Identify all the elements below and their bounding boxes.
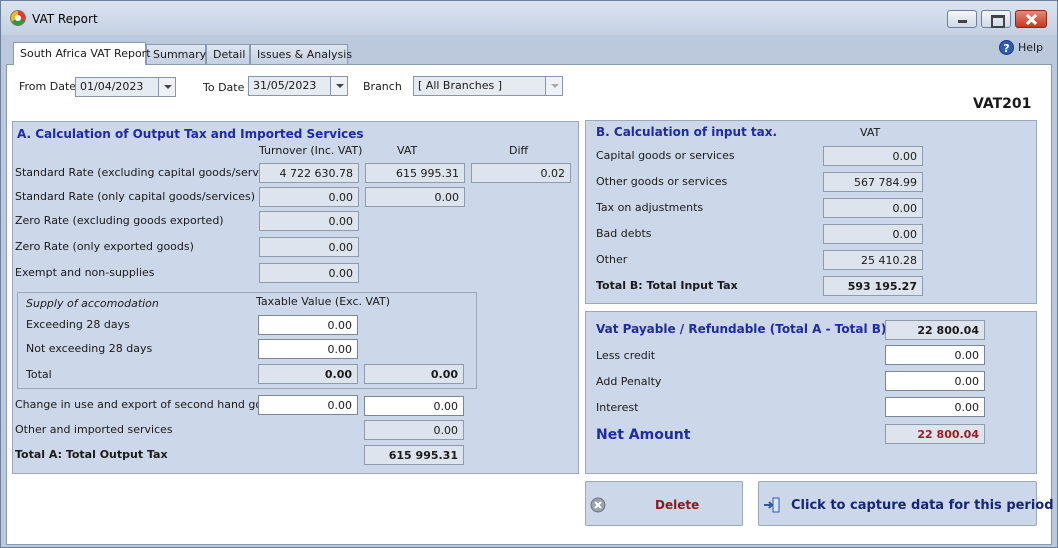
not-exceeding-28-days-label: Not exceeding 28 days — [26, 342, 153, 355]
taxable-value-column-header: Taxable Value (Exc. VAT) — [256, 295, 390, 308]
branch-label: Branch — [363, 80, 402, 93]
vat-payable-value: 22 800.04 — [885, 320, 985, 340]
standard-rate-excl-turnover: 4 722 630.78 — [259, 163, 359, 183]
window-title: VAT Report — [32, 12, 98, 26]
second-hand-goods-label: Change in use and export of second hand … — [15, 398, 282, 411]
standard-rate-capital-label: Standard Rate (only capital goods/servic… — [15, 190, 256, 203]
turnover-column-header: Turnover (Inc. VAT) — [259, 144, 363, 157]
add-penalty-input[interactable]: 0.00 — [885, 371, 985, 391]
second-hand-goods-vat-input[interactable]: 0.00 — [364, 396, 464, 416]
net-amount-label: Net Amount — [596, 427, 691, 443]
tax-on-adjustments-label: Tax on adjustments — [596, 201, 704, 214]
net-amount-value: 22 800.04 — [885, 424, 985, 444]
other-imported-services-vat: 0.00 — [364, 420, 464, 440]
delete-icon — [590, 497, 606, 513]
vat-report-window: VAT Report South Africa VAT Report Summa… — [0, 0, 1058, 548]
interest-input[interactable]: 0.00 — [885, 397, 985, 417]
delete-button[interactable]: Delete — [585, 481, 743, 526]
other-input-label: Other — [596, 253, 628, 266]
to-date-picker[interactable]: 31/05/2023 — [248, 76, 348, 96]
add-penalty-label: Add Penalty — [596, 375, 662, 388]
exempt-value: 0.00 — [259, 263, 359, 283]
other-input-value: 25 410.28 — [823, 250, 923, 270]
help-label: Help — [1018, 41, 1044, 54]
accommodation-total-vat: 0.00 — [364, 364, 464, 384]
less-credit-input[interactable]: 0.00 — [885, 345, 985, 365]
total-output-tax-label: Total A: Total Output Tax — [15, 448, 168, 461]
to-date-label: To Date — [203, 81, 245, 94]
standard-rate-excl-label: Standard Rate (excluding capital goods/s… — [15, 166, 285, 179]
capital-goods-value: 0.00 — [823, 146, 923, 166]
tab-south-africa-vat-report[interactable]: South Africa VAT Report — [13, 42, 151, 65]
branch-select[interactable]: [ All Branches ] — [413, 76, 563, 96]
tab-summary[interactable]: Summary — [146, 44, 206, 64]
exceeding-28-days-input[interactable]: 0.00 — [258, 315, 358, 335]
to-date-value: 31/05/2023 — [253, 79, 317, 92]
less-credit-label: Less credit — [596, 349, 656, 362]
capture-data-label: Click to capture data for this period — [791, 498, 1054, 513]
standard-rate-excl-diff: 0.02 — [471, 163, 571, 183]
diff-column-header: Diff — [509, 144, 529, 157]
from-date-label: From Date — [19, 80, 77, 93]
interest-label: Interest — [596, 401, 639, 414]
vat-payable-title: Vat Payable / Refundable (Total A - Tota… — [596, 322, 887, 336]
accommodation-total-label: Total — [26, 368, 52, 381]
from-date-value: 01/04/2023 — [80, 80, 144, 93]
bad-debts-value: 0.00 — [823, 224, 923, 244]
vat-column-header: VAT — [397, 144, 418, 157]
capital-goods-label: Capital goods or services — [596, 149, 735, 162]
tab-issues-analysis[interactable]: Issues & Analysis — [250, 44, 352, 64]
chevron-down-icon[interactable] — [330, 77, 347, 95]
chevron-down-icon[interactable] — [545, 77, 562, 95]
standard-rate-capital-turnover: 0.00 — [259, 187, 359, 207]
import-arrow-icon — [764, 497, 780, 513]
app-logo-icon — [10, 10, 26, 26]
zero-rate-exported-value: 0.00 — [259, 237, 359, 257]
minimize-button[interactable] — [947, 10, 977, 28]
input-vat-column-header: VAT — [860, 126, 881, 139]
not-exceeding-28-days-input[interactable]: 0.00 — [258, 339, 358, 359]
form-code-title: VAT201 — [973, 96, 1032, 112]
chevron-down-icon[interactable] — [158, 78, 175, 96]
total-input-tax-value: 593 195.27 — [823, 276, 923, 296]
delete-button-label: Delete — [655, 498, 700, 512]
title-bar: VAT Report — [1, 1, 1057, 35]
zero-rate-excl-value: 0.00 — [259, 211, 359, 231]
zero-rate-excl-label: Zero Rate (excluding goods exported) — [15, 214, 224, 227]
help-icon: ? — [999, 40, 1014, 55]
section-a-title: A. Calculation of Output Tax and Importe… — [17, 127, 364, 141]
bad-debts-label: Bad debts — [596, 227, 652, 240]
other-goods-label: Other goods or services — [596, 175, 728, 188]
maximize-button[interactable] — [981, 10, 1011, 28]
zero-rate-exported-label: Zero Rate (only exported goods) — [15, 240, 194, 253]
standard-rate-capital-vat: 0.00 — [365, 187, 465, 207]
other-imported-services-label: Other and imported services — [15, 423, 173, 436]
standard-rate-excl-vat: 615 995.31 — [365, 163, 465, 183]
tax-on-adjustments-value: 0.00 — [823, 198, 923, 218]
exempt-label: Exempt and non-supplies — [15, 266, 155, 279]
help-link[interactable]: ? Help — [999, 40, 1043, 55]
section-b-title: B. Calculation of input tax. — [596, 125, 778, 139]
accommodation-total-taxable: 0.00 — [258, 364, 358, 384]
second-hand-goods-input[interactable]: 0.00 — [258, 395, 358, 415]
capture-data-button[interactable]: Click to capture data for this period — [758, 481, 1054, 526]
branch-value: [ All Branches ] — [418, 79, 503, 92]
accommodation-title: Supply of accomodation — [26, 297, 159, 310]
total-input-tax-label: Total B: Total Input Tax — [596, 279, 738, 292]
from-date-picker[interactable]: 01/04/2023 — [75, 77, 176, 97]
total-output-tax-value: 615 995.31 — [364, 445, 464, 465]
tab-detail[interactable]: Detail — [206, 44, 250, 64]
exceeding-28-days-label: Exceeding 28 days — [26, 318, 130, 331]
close-button[interactable] — [1015, 10, 1047, 28]
other-goods-value: 567 784.99 — [823, 172, 923, 192]
